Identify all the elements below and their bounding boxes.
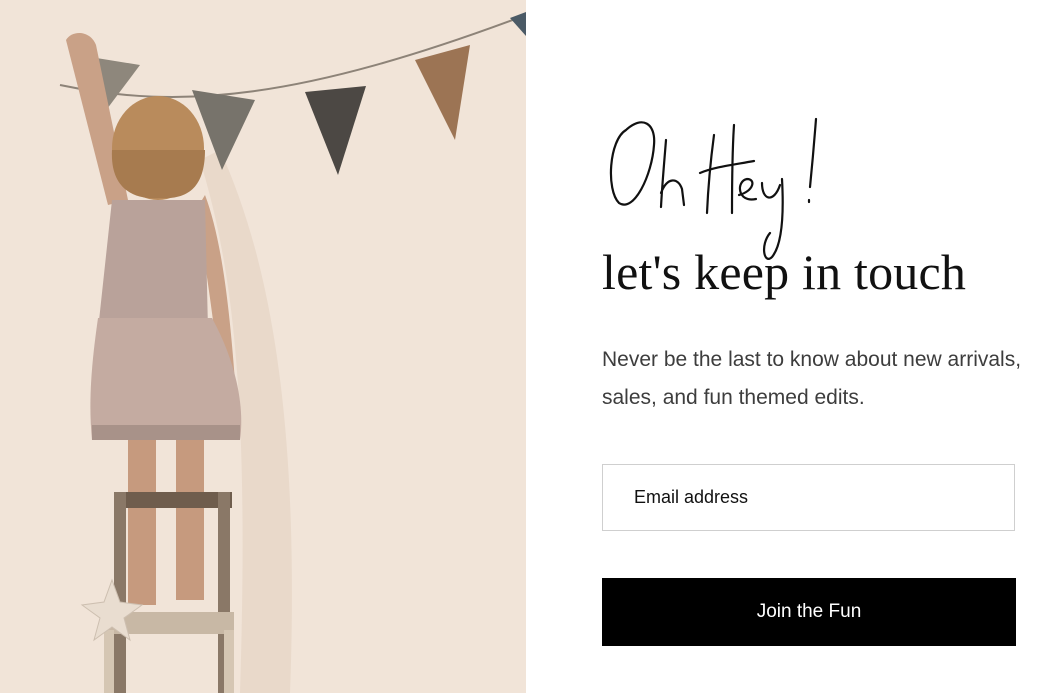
email-input[interactable] [602,464,1015,531]
description-text: Never be the last to know about new arri… [602,348,1022,409]
subheading: let's keep in touch [602,244,967,300]
signup-panel: Oh Hey! let's keep in touch Never be the… [526,0,1044,693]
newsletter-popup: Oh Hey! let's keep in touch Never be the… [0,0,1044,693]
photo-illustration [0,0,526,693]
join-button[interactable]: Join the Fun [602,578,1016,646]
promo-photo [0,0,526,693]
